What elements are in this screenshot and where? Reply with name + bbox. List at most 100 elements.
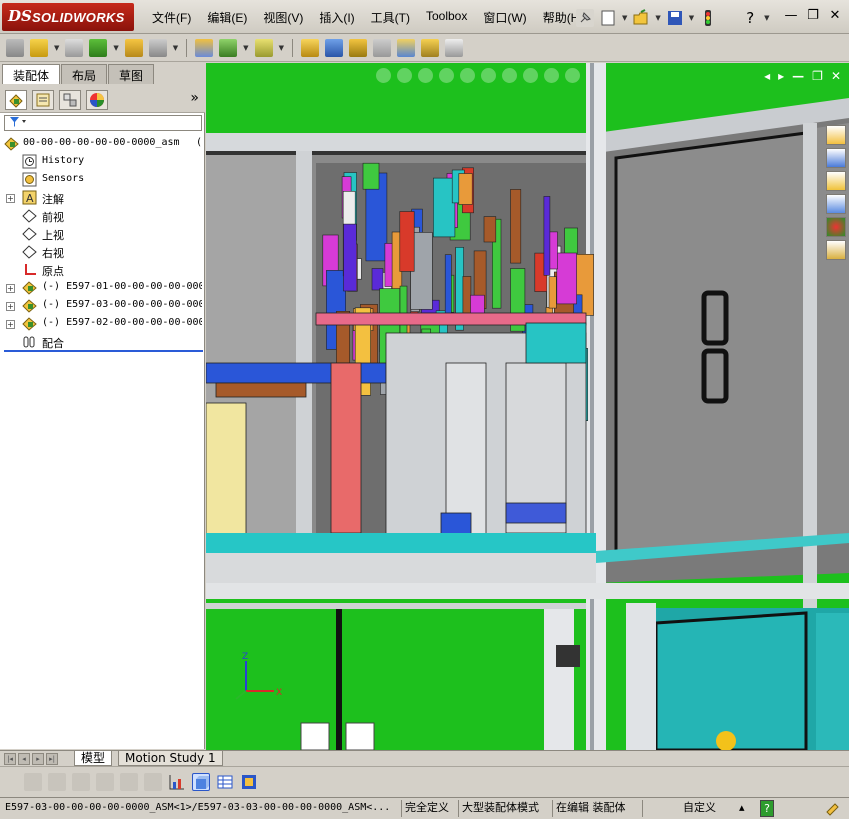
- lines-icon[interactable]: [96, 772, 114, 791]
- tree-item[interactable]: 上视: [2, 225, 202, 243]
- rebuild-traffic-light-icon[interactable]: [699, 9, 717, 27]
- machine-part[interactable]: [206, 402, 247, 544]
- expand-icon[interactable]: +: [6, 284, 15, 293]
- tree-item[interactable]: + (-) E597-01-00-00-00-00-000: [2, 279, 202, 297]
- clearance-verification-icon[interactable]: [420, 39, 439, 57]
- document-properties-icon[interactable]: [240, 773, 258, 791]
- viewport-restore-button[interactable]: ❐: [812, 69, 823, 83]
- status-units[interactable]: 自定义: [680, 800, 740, 817]
- assembly-model-render[interactable]: Z X: [206, 63, 849, 750]
- open-dropdown-icon[interactable]: ▼: [655, 14, 660, 22]
- smart-fasteners-icon[interactable]: [124, 39, 143, 57]
- new-dropdown-icon[interactable]: ▼: [622, 14, 627, 22]
- expand-icon[interactable]: +: [6, 194, 15, 203]
- interference-detection-icon[interactable]: [396, 39, 415, 57]
- tab-assembly[interactable]: 装配体: [2, 64, 61, 84]
- linear-pattern-icon[interactable]: [89, 39, 108, 57]
- chart-icon[interactable]: [168, 773, 186, 791]
- restore-button[interactable]: ❐: [805, 8, 821, 23]
- align-icon[interactable]: [144, 772, 162, 791]
- shaded-icon[interactable]: [24, 772, 42, 791]
- view-settings-icon[interactable]: [565, 68, 580, 83]
- machine-part[interactable]: [525, 322, 587, 364]
- tree-item[interactable]: History: [2, 153, 202, 171]
- tab-sketch[interactable]: 草图: [108, 64, 155, 84]
- new-document-icon[interactable]: [599, 9, 617, 27]
- previous-view-icon[interactable]: [418, 68, 433, 83]
- viewport-next-icon[interactable]: ▸: [778, 69, 784, 83]
- section-view-icon[interactable]: [439, 68, 454, 83]
- menu-window[interactable]: 窗口(W): [475, 9, 534, 26]
- tree-item[interactable]: 配合: [2, 333, 202, 351]
- new-part-dropdown-icon[interactable]: ▼: [54, 44, 59, 52]
- tree-root[interactable]: 00-00-00-00-00-00-0000_asm (D: [2, 135, 202, 153]
- display-style-icon[interactable]: [481, 68, 496, 83]
- machine-part[interactable]: [548, 276, 557, 309]
- hole-alignment-icon[interactable]: [444, 39, 463, 57]
- help-icon[interactable]: ?: [741, 9, 759, 27]
- machine-part[interactable]: [215, 382, 307, 398]
- hidden-lines-icon[interactable]: [72, 772, 90, 791]
- menu-file[interactable]: 文件(F): [144, 9, 199, 26]
- open-folder-icon[interactable]: [632, 9, 650, 27]
- machine-part[interactable]: [458, 173, 473, 205]
- machine-part[interactable]: [510, 189, 522, 264]
- view-cube-icon[interactable]: [192, 772, 210, 791]
- expand-icon[interactable]: +: [6, 302, 15, 311]
- tab-first-icon[interactable]: |◂: [4, 753, 16, 765]
- custom-properties-icon[interactable]: [825, 240, 846, 260]
- exploded-view-icon[interactable]: [348, 39, 367, 57]
- assembly-features-dropdown-icon[interactable]: ▼: [243, 44, 248, 52]
- menu-insert[interactable]: 插入(I): [311, 9, 362, 26]
- machine-part[interactable]: [371, 268, 384, 291]
- zoom-to-area-icon[interactable]: [397, 68, 412, 83]
- file-explorer-icon[interactable]: [825, 171, 846, 191]
- machine-part[interactable]: [505, 502, 567, 524]
- reference-geometry-icon[interactable]: [254, 39, 273, 57]
- appearances-scenes-icon[interactable]: [825, 217, 846, 237]
- tree-item[interactable]: 右视: [2, 243, 202, 261]
- solidworks-logo[interactable]: DS SOLIDWORKS: [2, 3, 134, 31]
- save-dropdown-icon[interactable]: ▼: [689, 14, 694, 22]
- tree-item[interactable]: 前视: [2, 207, 202, 225]
- graphics-viewport[interactable]: Z X ◂ ▸ — ❐ ✕: [206, 63, 849, 750]
- menu-toolbox[interactable]: Toolbox: [418, 9, 475, 26]
- table-icon[interactable]: [216, 773, 234, 791]
- feature-manager-tab-icon[interactable]: [5, 90, 27, 110]
- property-manager-tab-icon[interactable]: [32, 90, 54, 110]
- machine-part[interactable]: [483, 216, 497, 243]
- tab-model[interactable]: 模型: [74, 751, 113, 766]
- rebuild-status-icon[interactable]: [820, 800, 844, 817]
- tree-item[interactable]: + (-) E597-02-00-00-00-00-000: [2, 315, 202, 333]
- status-help-icon[interactable]: ?: [760, 800, 774, 817]
- machine-part[interactable]: [556, 252, 577, 305]
- tab-last-icon[interactable]: ▸|: [46, 753, 58, 765]
- design-library-icon[interactable]: [825, 148, 846, 168]
- new-part-icon[interactable]: [30, 39, 48, 57]
- display-manager-tab-icon[interactable]: [86, 90, 108, 110]
- status-units-arrow-icon[interactable]: ▴: [736, 800, 750, 817]
- machine-part[interactable]: [444, 254, 452, 319]
- save-icon[interactable]: [666, 9, 684, 27]
- tab-motion-study[interactable]: Motion Study 1: [118, 751, 223, 766]
- grid-icon[interactable]: [120, 772, 138, 791]
- tree-item[interactable]: + (-) E597-03-00-00-00-00-000: [2, 297, 202, 315]
- tree-item[interactable]: Sensors: [2, 171, 202, 189]
- move-dropdown-icon[interactable]: ▼: [173, 44, 178, 52]
- menu-edit[interactable]: 编辑(E): [199, 9, 255, 26]
- close-button[interactable]: ✕: [827, 8, 843, 23]
- solidworks-resources-icon[interactable]: [825, 125, 846, 145]
- machine-part[interactable]: [362, 162, 380, 190]
- machine-part[interactable]: [399, 211, 415, 272]
- hide-show-items-icon[interactable]: [502, 68, 517, 83]
- filter-icon[interactable]: [9, 116, 27, 128]
- viewport-prev-icon[interactable]: ◂: [764, 69, 770, 83]
- configuration-manager-tab-icon[interactable]: [59, 90, 81, 110]
- tab-layout[interactable]: 布局: [61, 64, 108, 84]
- tree-rollback-bar[interactable]: [4, 350, 203, 352]
- machine-part[interactable]: [330, 362, 362, 534]
- tree-item[interactable]: + A 注解: [2, 189, 202, 207]
- bill-of-materials-icon[interactable]: [324, 39, 343, 57]
- insert-component-icon[interactable]: [6, 39, 24, 57]
- machine-part[interactable]: [343, 223, 357, 292]
